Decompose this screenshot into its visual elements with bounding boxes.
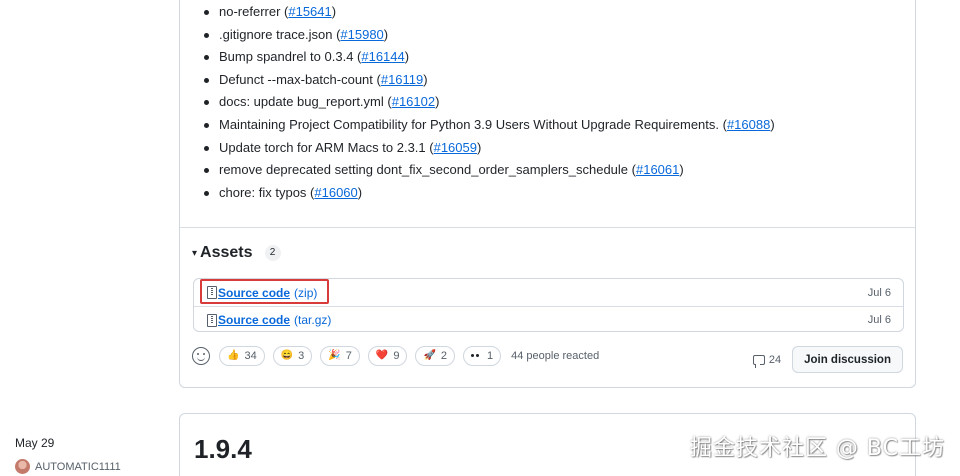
author-name[interactable]: AUTOMATIC1111 bbox=[35, 461, 121, 473]
release-date: May 29 bbox=[15, 436, 55, 450]
pr-link[interactable]: #16102 bbox=[392, 94, 435, 109]
release-version-title[interactable]: 1.9.4 bbox=[194, 434, 252, 465]
heart-icon: ❤️ bbox=[375, 350, 389, 361]
list-item: Defunct --max-batch-count (#16119) bbox=[202, 69, 775, 92]
pr-link[interactable]: #16144 bbox=[361, 49, 404, 64]
reaction-thumbs-up[interactable]: 👍 34 bbox=[219, 346, 265, 366]
reacted-summary: 44 people reacted bbox=[511, 350, 600, 362]
list-item: Bump spandrel to 0.3.4 (#16144) bbox=[202, 46, 775, 69]
thumbs-up-icon: 👍 bbox=[227, 350, 240, 361]
pr-link[interactable]: #16061 bbox=[636, 162, 679, 177]
list-item: Maintaining Project Compatibility for Py… bbox=[202, 114, 775, 137]
avatar[interactable] bbox=[15, 459, 30, 474]
pr-link[interactable]: #15641 bbox=[288, 4, 331, 19]
reaction-count: 34 bbox=[244, 350, 257, 362]
list-item: docs: update bug_report.yml (#16102) bbox=[202, 91, 775, 114]
reaction-hooray[interactable]: 🎉 7 bbox=[320, 346, 360, 366]
asset-ext[interactable]: (tar.gz) bbox=[294, 313, 331, 327]
release-notes: no-referrer (#15641) .gitignore trace.js… bbox=[180, 0, 915, 228]
reaction-eyes[interactable]: 1 bbox=[463, 346, 502, 366]
pr-link[interactable]: #16059 bbox=[434, 140, 477, 155]
add-reaction-smiley-icon[interactable] bbox=[192, 347, 210, 365]
reaction-count: 9 bbox=[393, 350, 400, 362]
join-discussion-button[interactable]: Join discussion bbox=[792, 346, 903, 373]
eyes-icon bbox=[471, 354, 481, 358]
assets-title: Assets bbox=[200, 244, 253, 261]
reaction-count: 7 bbox=[345, 350, 352, 362]
watermark: 掘金技术社区 @ BC工坊 bbox=[689, 436, 945, 461]
reaction-rocket[interactable]: 🚀 2 bbox=[415, 346, 456, 366]
release-author: AUTOMATIC1111 bbox=[15, 459, 121, 474]
pr-link[interactable]: #15980 bbox=[340, 27, 383, 42]
comment-icon bbox=[752, 354, 765, 368]
reaction-count: 2 bbox=[440, 350, 448, 362]
pr-link[interactable]: #16119 bbox=[381, 72, 423, 87]
discussion-count: 24 bbox=[768, 353, 782, 366]
list-item: Update torch for ARM Macs to 2.3.1 (#160… bbox=[202, 137, 775, 160]
list-item: no-referrer (#15641) bbox=[202, 1, 775, 24]
list-item: remove deprecated setting dont_fix_secon… bbox=[202, 159, 775, 182]
asset-date: Jul 6 bbox=[867, 314, 891, 326]
highlight-box bbox=[200, 279, 329, 304]
reactions-bar: 👍 34 😄 3 🎉 7 ❤️ 9 🚀 2 1 44 people reacted bbox=[192, 346, 599, 366]
file-zip-icon bbox=[207, 313, 217, 327]
changelog-list: no-referrer (#15641) .gitignore trace.js… bbox=[202, 1, 775, 204]
source-code-targz-link[interactable]: Source code bbox=[218, 313, 290, 327]
asset-row: Source code (tar.gz) Jul 6 bbox=[194, 306, 903, 333]
reaction-laugh[interactable]: 😄 3 bbox=[272, 346, 313, 366]
reaction-count: 3 bbox=[298, 350, 305, 362]
pr-link[interactable]: #16088 bbox=[727, 117, 770, 132]
laugh-icon: 😄 bbox=[280, 350, 294, 361]
reaction-heart[interactable]: ❤️ 9 bbox=[367, 346, 408, 366]
reaction-count: 1 bbox=[487, 350, 494, 362]
list-item: chore: fix typos (#16060) bbox=[202, 182, 775, 205]
assets-count-badge: 2 bbox=[264, 245, 281, 261]
assets-toggle[interactable]: ▾ Assets 2 bbox=[192, 244, 281, 262]
pr-link[interactable]: #16060 bbox=[314, 185, 357, 200]
release-card: no-referrer (#15641) .gitignore trace.js… bbox=[179, 0, 916, 388]
rocket-icon: 🚀 bbox=[423, 350, 436, 361]
caret-down-icon: ▾ bbox=[192, 247, 198, 259]
hooray-icon: 🎉 bbox=[328, 350, 341, 361]
list-item: .gitignore trace.json (#15980) bbox=[202, 24, 775, 47]
discussion-area: 24 Join discussion bbox=[752, 346, 903, 373]
asset-date: Jul 6 bbox=[867, 286, 891, 299]
